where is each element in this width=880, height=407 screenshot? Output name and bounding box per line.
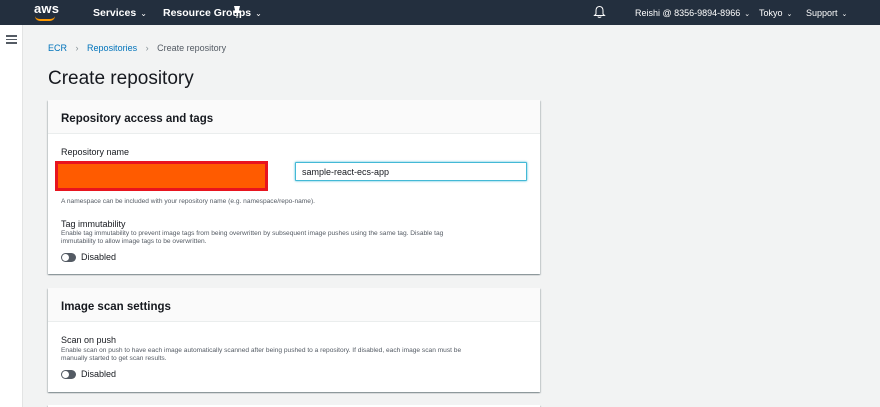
aws-logo[interactable]: aws	[34, 1, 59, 16]
breadcrumb-current: Create repository	[157, 43, 227, 53]
bell-icon[interactable]	[593, 5, 606, 19]
pin-icon[interactable]	[231, 5, 243, 19]
scan-on-push-label: Scan on push	[61, 335, 117, 345]
aws-logo-smile-icon	[35, 16, 55, 21]
scan-on-push-description-line-2: manually started to get scan results.	[61, 355, 167, 362]
image-scan-header: Image scan settings	[48, 288, 540, 322]
support-menu[interactable]: Support ⌄	[806, 8, 847, 18]
services-menu-label: Services	[93, 7, 137, 19]
tag-immutability-description-line-2: immutability to allow image tags to be o…	[61, 238, 207, 245]
account-menu[interactable]: Reishi @ 8356-9894-8966 ⌄	[635, 8, 750, 18]
chevron-down-icon: ⌄	[255, 9, 262, 18]
repository-name-label: Repository name	[61, 147, 130, 157]
page-title: Create repository	[48, 68, 194, 89]
support-menu-label: Support	[806, 8, 838, 18]
scan-on-push-toggle[interactable]	[61, 370, 76, 379]
namespace-hint-text: A namespace can be included with your re…	[61, 198, 315, 205]
region-menu[interactable]: Tokyo ⌄	[759, 8, 792, 18]
side-navigation-rail	[0, 25, 23, 407]
scan-on-push-state: Disabled	[81, 369, 117, 379]
account-menu-label: Reishi @ 8356-9894-8966	[635, 8, 741, 18]
chevron-down-icon: ⌄	[841, 11, 848, 18]
redacted-namespace-region	[55, 161, 268, 191]
image-scan-panel: Image scan settings	[48, 288, 540, 392]
breadcrumb-separator-icon: ›	[75, 43, 79, 53]
breadcrumb-ecr[interactable]: ECR	[48, 43, 67, 53]
chevron-down-icon: ⌄	[744, 11, 751, 18]
hamburger-menu-icon[interactable]	[6, 35, 17, 44]
repository-name-input[interactable]	[295, 162, 527, 181]
top-navigation-bar: aws Services ⌄ Resource Groups ⌄ Reishi @ …	[0, 0, 880, 25]
tag-immutability-label: Tag immutability	[61, 219, 126, 229]
services-menu[interactable]: Services ⌄	[93, 7, 147, 19]
tag-immutability-toggle[interactable]	[61, 253, 76, 262]
resource-groups-menu[interactable]: Resource Groups ⌄	[163, 7, 262, 19]
breadcrumb-separator-icon: ›	[145, 43, 149, 53]
chevron-down-icon: ⌄	[140, 9, 147, 18]
chevron-down-icon: ⌄	[786, 11, 793, 18]
toggle-knob-icon	[62, 371, 69, 378]
repository-access-header: Repository access and tags	[48, 100, 540, 134]
breadcrumb-repositories[interactable]: Repositories	[87, 43, 137, 53]
breadcrumb: ECR › Repositories › Create repository	[48, 43, 226, 53]
toggle-knob-icon	[62, 254, 69, 261]
tag-immutability-state: Disabled	[81, 252, 117, 262]
region-menu-label: Tokyo	[759, 8, 783, 18]
